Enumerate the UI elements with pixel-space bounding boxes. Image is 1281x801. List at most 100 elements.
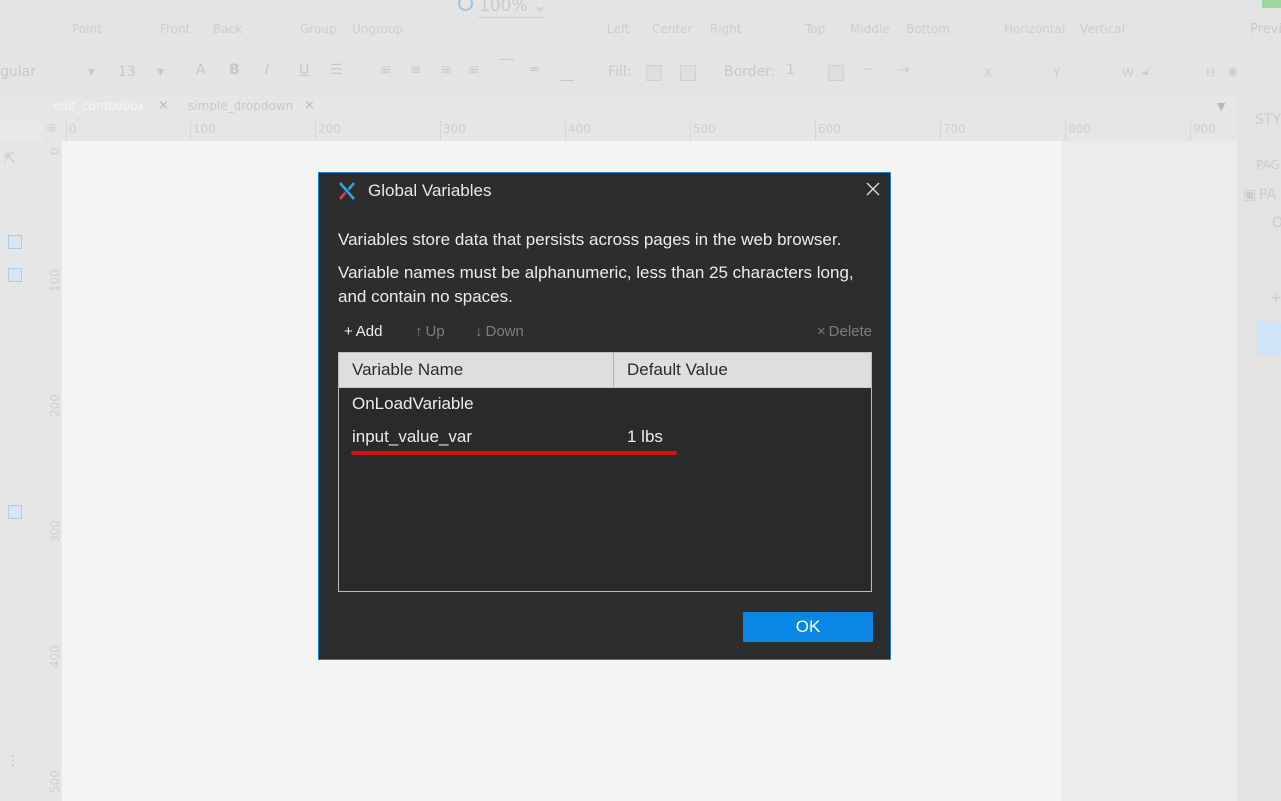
h-label: H — [1206, 66, 1216, 80]
column-header-default-value[interactable]: Default Value — [627, 353, 728, 387]
toolbar-ungroup[interactable]: Ungroup — [352, 22, 403, 36]
toolbar-front[interactable]: Front — [160, 22, 190, 36]
ruler-label: 400 — [48, 645, 62, 668]
ruler-label: 300 — [48, 520, 62, 543]
preview-icon[interactable] — [1262, 0, 1281, 8]
ok-button[interactable]: OK — [743, 612, 873, 642]
border-width-value[interactable]: 1 — [786, 62, 795, 78]
tab-close-icon[interactable]: × — [158, 98, 169, 113]
zoom-control[interactable]: 100% ⌄ — [458, 0, 547, 16]
valign-top-icon[interactable]: ⎺ — [500, 58, 514, 74]
ruler-tick — [440, 121, 441, 141]
valign-middle-icon[interactable]: ═ — [530, 62, 538, 78]
lock-icon[interactable]: 🔓︎ — [1142, 64, 1150, 79]
right-style-panel: STY PAG ▣ PA O + — [1237, 96, 1281, 801]
toolbar-top[interactable]: Top — [805, 22, 825, 36]
zoom-underline — [478, 17, 544, 18]
text-color-icon[interactable]: A — [196, 62, 206, 78]
ruler-label: 500 — [48, 770, 62, 793]
toolbar-center[interactable]: Center — [652, 22, 692, 36]
toolbar-point[interactable]: Point — [72, 22, 102, 36]
style-tab[interactable]: STY — [1255, 112, 1281, 128]
font-size-select[interactable]: 13 — [118, 64, 136, 80]
underline-icon[interactable]: U — [299, 62, 309, 78]
bullets-icon[interactable]: ☰ — [330, 62, 343, 78]
tab-simple-dropdown[interactable]: simple_dropdown — [188, 99, 293, 113]
widget-icon[interactable] — [8, 505, 22, 519]
italic-icon[interactable]: I — [265, 62, 269, 78]
toolbar-back[interactable]: Back — [213, 22, 242, 36]
delete-label: Delete — [828, 323, 872, 340]
variable-name-cell[interactable]: input_value_var — [352, 427, 472, 447]
tab-close-icon[interactable]: × — [304, 98, 315, 113]
ruler-tick — [565, 121, 566, 141]
ruler-label: 900 — [1193, 122, 1216, 136]
down-label: Down — [485, 323, 524, 340]
align-left-icon[interactable]: ≡ — [380, 62, 392, 78]
border-arrow-icon[interactable]: ⇢ — [898, 62, 910, 78]
ruler-origin-icon[interactable]: ⊕ — [46, 121, 57, 136]
select-tool-icon[interactable]: ⇱ — [4, 151, 16, 167]
move-up-button[interactable]: ↑ Up — [415, 323, 445, 340]
delete-x-icon: × — [816, 323, 826, 340]
page-sub-item[interactable]: O — [1272, 215, 1281, 231]
ruler-label: 0 — [69, 122, 77, 136]
table-row[interactable]: input_value_var 1 lbs — [339, 420, 871, 452]
more-options-icon[interactable]: ⋮ — [6, 753, 20, 769]
ruler-label: 0 — [48, 147, 62, 155]
toolbar-left[interactable]: Left — [607, 22, 630, 36]
dialog-naming-rules: Variable names must be alphanumeric, les… — [338, 263, 854, 306]
page-item-label[interactable]: PA — [1259, 187, 1276, 203]
font-style-chevron-icon[interactable]: ▾ — [88, 64, 95, 80]
align-right-icon[interactable]: ≡ — [440, 62, 452, 78]
add-icon[interactable]: + — [1270, 290, 1281, 306]
ruler-tick — [815, 121, 816, 141]
selected-panel-item[interactable] — [1257, 321, 1281, 355]
ruler-label: 200 — [48, 394, 62, 417]
ruler-label: 600 — [818, 122, 841, 136]
toolbar-right[interactable]: Right — [710, 22, 742, 36]
preview-label[interactable]: Previ — [1250, 22, 1281, 37]
plus-icon: + — [344, 323, 353, 340]
page-tabs: edit_combobox × simple_dropdown × ▼ — [0, 96, 1237, 119]
ruler-tick — [1065, 121, 1066, 141]
tabs-overflow-chevron-icon[interactable]: ▼ — [1217, 100, 1225, 113]
highlight-underline — [351, 451, 677, 455]
variable-name-cell[interactable]: OnLoadVariable — [352, 394, 474, 414]
delete-button[interactable]: × Delete — [817, 323, 872, 340]
toolbar-bottom[interactable]: Bottom — [906, 22, 950, 36]
align-justify-icon[interactable]: ≡ — [468, 62, 480, 78]
toolbar-group[interactable]: Group — [300, 22, 337, 36]
table-row[interactable]: OnLoadVariable — [339, 387, 871, 419]
column-header-variable-name[interactable]: Variable Name — [352, 353, 463, 387]
tab-edit-combobox[interactable]: edit_combobox — [53, 99, 144, 113]
arrow-down-icon: ↓ — [475, 323, 483, 340]
move-down-button[interactable]: ↓ Down — [475, 323, 524, 340]
widget-icon[interactable] — [8, 268, 22, 282]
valign-bottom-icon[interactable]: ⎽ — [560, 66, 574, 82]
visibility-icon[interactable]: ◉ — [1228, 64, 1238, 78]
toolbar-middle[interactable]: Middle — [850, 22, 890, 36]
toolbar-vertical[interactable]: Vertical — [1080, 22, 1125, 36]
border-color-swatch[interactable] — [828, 65, 844, 81]
column-divider[interactable] — [613, 353, 614, 387]
border-style-icon[interactable]: ┄ — [864, 62, 872, 78]
bold-icon[interactable]: B — [229, 62, 240, 78]
w-label: W — [1122, 66, 1134, 80]
toolbar-horizontal[interactable]: Horizontal — [1004, 22, 1065, 36]
font-style-select[interactable]: gular — [0, 64, 36, 80]
align-center-icon[interactable]: ≡ — [410, 62, 422, 78]
fill-color-swatch[interactable] — [646, 65, 662, 81]
border-label: Border: — [724, 64, 776, 80]
canvas-offpage-area — [1062, 141, 1237, 801]
variable-actions: + Add ↑ Up ↓ Down × Delete — [338, 323, 872, 343]
font-size-chevron-icon[interactable]: ▾ — [157, 64, 164, 80]
default-value-cell[interactable]: 1 lbs — [627, 427, 663, 447]
global-variables-dialog: Global Variables Variables store data th… — [318, 172, 891, 660]
add-button[interactable]: + Add — [344, 323, 382, 340]
page-checkbox-icon[interactable]: ▣ — [1243, 187, 1256, 203]
close-icon[interactable] — [864, 180, 882, 198]
widget-icon[interactable] — [8, 235, 22, 249]
table-header: Variable Name Default Value — [339, 353, 871, 388]
fill-gradient-swatch[interactable] — [680, 65, 696, 81]
